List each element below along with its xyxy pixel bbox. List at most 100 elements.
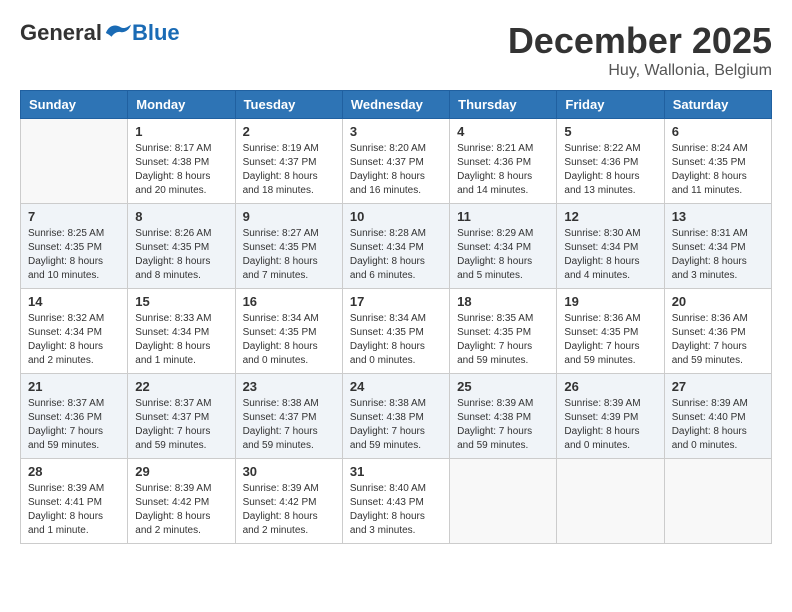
day-number: 5: [564, 124, 656, 139]
calendar-week-row: 28 Sunrise: 8:39 AM Sunset: 4:41 PM Dayli…: [21, 459, 772, 544]
cell-content: Sunrise: 8:26 AM Sunset: 4:35 PM Dayligh…: [135, 227, 227, 283]
calendar-cell: 14 Sunrise: 8:32 AM Sunset: 4:34 PM Dayli…: [21, 289, 128, 374]
cell-content: Sunrise: 8:39 AM Sunset: 4:38 PM Dayligh…: [457, 397, 549, 453]
cell-content: Sunrise: 8:38 AM Sunset: 4:38 PM Dayligh…: [350, 397, 442, 453]
day-number: 14: [28, 294, 120, 309]
month-title: December 2025: [508, 20, 772, 62]
cell-content: Sunrise: 8:39 AM Sunset: 4:41 PM Dayligh…: [28, 482, 120, 538]
calendar-cell: 9 Sunrise: 8:27 AM Sunset: 4:35 PM Daylig…: [235, 204, 342, 289]
calendar-cell: 29Sunrise: 8:39 AM Sunset: 4:42 PM Dayli…: [128, 459, 235, 544]
day-number: 3: [350, 124, 442, 139]
day-number: 30: [243, 464, 335, 479]
cell-content: Sunrise: 8:19 AM Sunset: 4:37 PM Dayligh…: [243, 142, 335, 198]
day-number: 26: [564, 379, 656, 394]
calendar-week-row: 7 Sunrise: 8:25 AM Sunset: 4:35 PM Daylig…: [21, 204, 772, 289]
calendar-cell: 2Sunrise: 8:19 AM Sunset: 4:37 PM Daylig…: [235, 119, 342, 204]
day-number: 15: [135, 294, 227, 309]
column-header-tuesday: Tuesday: [235, 91, 342, 119]
column-header-saturday: Saturday: [664, 91, 771, 119]
day-number: 28: [28, 464, 120, 479]
cell-content: Sunrise: 8:24 AM Sunset: 4:35 PM Dayligh…: [672, 142, 764, 198]
cell-content: Sunrise: 8:31 AM Sunset: 4:34 PM Dayligh…: [672, 227, 764, 283]
cell-content: Sunrise: 8:36 AM Sunset: 4:35 PM Dayligh…: [564, 312, 656, 368]
page-header: General Blue December 2025 Huy, Wallonia…: [20, 20, 772, 80]
cell-content: Sunrise: 8:21 AM Sunset: 4:36 PM Dayligh…: [457, 142, 549, 198]
column-header-thursday: Thursday: [450, 91, 557, 119]
day-number: 10: [350, 209, 442, 224]
calendar-cell: 1 Sunrise: 8:17 AM Sunset: 4:38 PM Daylig…: [128, 119, 235, 204]
day-number: 19: [564, 294, 656, 309]
day-number: 31: [350, 464, 442, 479]
cell-content: Sunrise: 8:39 AM Sunset: 4:42 PM Dayligh…: [243, 482, 335, 538]
calendar-cell: 26Sunrise: 8:39 AM Sunset: 4:39 PM Dayli…: [557, 374, 664, 459]
day-number: 1: [135, 124, 227, 139]
calendar-cell: 11Sunrise: 8:29 AM Sunset: 4:34 PM Dayli…: [450, 204, 557, 289]
day-number: 11: [457, 209, 549, 224]
cell-content: Sunrise: 8:40 AM Sunset: 4:43 PM Dayligh…: [350, 482, 442, 538]
logo-general-text: General: [20, 20, 102, 46]
day-number: 12: [564, 209, 656, 224]
calendar-cell: 19 Sunrise: 8:36 AM Sunset: 4:35 PM Dayli…: [557, 289, 664, 374]
calendar-cell: [557, 459, 664, 544]
cell-content: Sunrise: 8:27 AM Sunset: 4:35 PM Dayligh…: [243, 227, 335, 283]
calendar-cell: 13 Sunrise: 8:31 AM Sunset: 4:34 PM Dayli…: [664, 204, 771, 289]
day-number: 20: [672, 294, 764, 309]
calendar-cell: 3 Sunrise: 8:20 AM Sunset: 4:37 PM Daylig…: [342, 119, 449, 204]
calendar-cell: 25Sunrise: 8:39 AM Sunset: 4:38 PM Dayli…: [450, 374, 557, 459]
day-number: 8: [135, 209, 227, 224]
calendar-cell: 7 Sunrise: 8:25 AM Sunset: 4:35 PM Daylig…: [21, 204, 128, 289]
calendar-cell: [450, 459, 557, 544]
day-number: 24: [350, 379, 442, 394]
calendar-week-row: 1 Sunrise: 8:17 AM Sunset: 4:38 PM Daylig…: [21, 119, 772, 204]
column-header-wednesday: Wednesday: [342, 91, 449, 119]
calendar-cell: 22Sunrise: 8:37 AM Sunset: 4:37 PM Dayli…: [128, 374, 235, 459]
cell-content: Sunrise: 8:37 AM Sunset: 4:37 PM Dayligh…: [135, 397, 227, 453]
day-number: 9: [243, 209, 335, 224]
calendar-cell: 16 Sunrise: 8:34 AM Sunset: 4:35 PM Dayli…: [235, 289, 342, 374]
calendar-cell: 23Sunrise: 8:38 AM Sunset: 4:37 PM Dayli…: [235, 374, 342, 459]
column-header-friday: Friday: [557, 91, 664, 119]
day-number: 29: [135, 464, 227, 479]
calendar-cell: 12 Sunrise: 8:30 AM Sunset: 4:34 PM Dayli…: [557, 204, 664, 289]
cell-content: Sunrise: 8:36 AM Sunset: 4:36 PM Dayligh…: [672, 312, 764, 368]
calendar-cell: [664, 459, 771, 544]
calendar-cell: 10 Sunrise: 8:28 AM Sunset: 4:34 PM Dayli…: [342, 204, 449, 289]
logo: General Blue: [20, 20, 180, 46]
cell-content: Sunrise: 8:39 AM Sunset: 4:40 PM Dayligh…: [672, 397, 764, 453]
day-number: 6: [672, 124, 764, 139]
calendar-cell: 20 Sunrise: 8:36 AM Sunset: 4:36 PM Dayli…: [664, 289, 771, 374]
calendar-cell: 8 Sunrise: 8:26 AM Sunset: 4:35 PM Daylig…: [128, 204, 235, 289]
cell-content: Sunrise: 8:32 AM Sunset: 4:34 PM Dayligh…: [28, 312, 120, 368]
cell-content: Sunrise: 8:28 AM Sunset: 4:34 PM Dayligh…: [350, 227, 442, 283]
calendar-cell: 24 Sunrise: 8:38 AM Sunset: 4:38 PM Dayli…: [342, 374, 449, 459]
day-number: 16: [243, 294, 335, 309]
calendar-week-row: 14 Sunrise: 8:32 AM Sunset: 4:34 PM Dayli…: [21, 289, 772, 374]
column-header-sunday: Sunday: [21, 91, 128, 119]
calendar-cell: 17Sunrise: 8:34 AM Sunset: 4:35 PM Dayli…: [342, 289, 449, 374]
day-number: 7: [28, 209, 120, 224]
calendar-cell: 6 Sunrise: 8:24 AM Sunset: 4:35 PM Daylig…: [664, 119, 771, 204]
day-number: 13: [672, 209, 764, 224]
calendar-cell: 21Sunrise: 8:37 AM Sunset: 4:36 PM Dayli…: [21, 374, 128, 459]
day-number: 4: [457, 124, 549, 139]
day-number: 17: [350, 294, 442, 309]
calendar-cell: 15 Sunrise: 8:33 AM Sunset: 4:34 PM Dayli…: [128, 289, 235, 374]
cell-content: Sunrise: 8:34 AM Sunset: 4:35 PM Dayligh…: [243, 312, 335, 368]
cell-content: Sunrise: 8:17 AM Sunset: 4:38 PM Dayligh…: [135, 142, 227, 198]
cell-content: Sunrise: 8:25 AM Sunset: 4:35 PM Dayligh…: [28, 227, 120, 283]
day-number: 23: [243, 379, 335, 394]
calendar-cell: 31 Sunrise: 8:40 AM Sunset: 4:43 PM Dayli…: [342, 459, 449, 544]
location-text: Huy, Wallonia, Belgium: [508, 62, 772, 80]
cell-content: Sunrise: 8:37 AM Sunset: 4:36 PM Dayligh…: [28, 397, 120, 453]
cell-content: Sunrise: 8:30 AM Sunset: 4:34 PM Dayligh…: [564, 227, 656, 283]
cell-content: Sunrise: 8:35 AM Sunset: 4:35 PM Dayligh…: [457, 312, 549, 368]
calendar-cell: 30 Sunrise: 8:39 AM Sunset: 4:42 PM Dayli…: [235, 459, 342, 544]
cell-content: Sunrise: 8:33 AM Sunset: 4:34 PM Dayligh…: [135, 312, 227, 368]
calendar-cell: 28 Sunrise: 8:39 AM Sunset: 4:41 PM Dayli…: [21, 459, 128, 544]
cell-content: Sunrise: 8:20 AM Sunset: 4:37 PM Dayligh…: [350, 142, 442, 198]
calendar-cell: 18Sunrise: 8:35 AM Sunset: 4:35 PM Dayli…: [450, 289, 557, 374]
calendar-week-row: 21Sunrise: 8:37 AM Sunset: 4:36 PM Dayli…: [21, 374, 772, 459]
calendar-header-row: SundayMondayTuesdayWednesdayThursdayFrid…: [21, 91, 772, 119]
calendar-cell: 27Sunrise: 8:39 AM Sunset: 4:40 PM Dayli…: [664, 374, 771, 459]
calendar-cell: 4 Sunrise: 8:21 AM Sunset: 4:36 PM Daylig…: [450, 119, 557, 204]
